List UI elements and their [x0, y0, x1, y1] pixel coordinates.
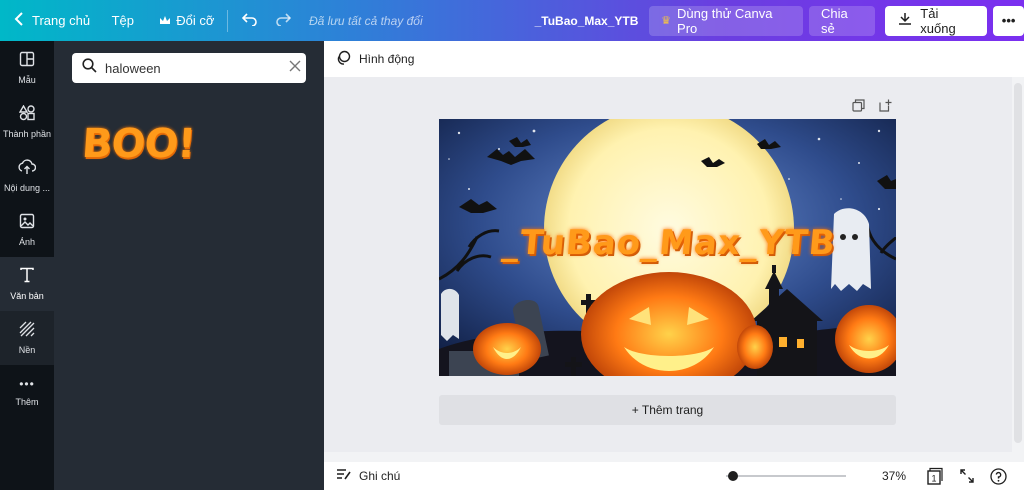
notes-button[interactable]: Ghi chú — [324, 468, 704, 484]
chevron-left-icon — [14, 12, 24, 29]
search-input[interactable] — [105, 60, 281, 76]
crown-icon: ♛ — [661, 15, 672, 27]
help-icon[interactable] — [990, 467, 1007, 485]
side-panel: BOO! — [54, 41, 324, 490]
vertical-scrollbar[interactable] — [1012, 77, 1024, 462]
rail-label: Ảnh — [18, 237, 35, 247]
rail-label: Thêm — [15, 397, 39, 407]
zoom-value[interactable]: 37% — [882, 469, 910, 483]
more-icon: ••• — [19, 377, 35, 391]
rail-label: Mẫu — [18, 75, 36, 85]
animate-button[interactable]: Hình động — [359, 52, 414, 66]
clear-search-icon[interactable] — [289, 59, 301, 77]
top-bar: Trang chủ Tệp Đổi cỡ Đã lưu tất cả thay … — [0, 0, 1024, 41]
animate-icon — [336, 50, 351, 68]
download-button[interactable]: Tải xuống — [885, 5, 988, 36]
redo-button[interactable] — [266, 0, 299, 41]
home-label: Trang chủ — [32, 13, 91, 28]
canvas-area: _TuBao_Max_YTB + Thêm trang ^ — [324, 77, 1024, 464]
context-toolbar: Hình động — [324, 41, 1024, 77]
text-icon — [19, 267, 35, 285]
rail-item-photos[interactable]: Ảnh — [0, 203, 54, 257]
file-menu-button[interactable]: Tệp — [97, 0, 146, 41]
rail-item-more[interactable]: ••• Thêm — [0, 365, 54, 419]
resize-button[interactable]: Đổi cỡ — [145, 0, 220, 41]
download-label: Tải xuống — [920, 5, 956, 36]
rail-label: Nền — [18, 345, 36, 355]
download-icon — [898, 12, 912, 29]
upload-icon — [18, 159, 37, 177]
undo-icon — [241, 12, 258, 29]
image-icon — [19, 213, 35, 231]
scrollbar-thumb[interactable] — [1014, 83, 1022, 443]
ellipsis-icon: ••• — [1001, 13, 1016, 28]
share-label: Chia sẻ — [820, 5, 848, 36]
notes-label: Ghi chú — [359, 469, 401, 483]
rail-label: Văn bản — [10, 291, 44, 301]
rail-item-elements[interactable]: Thành phần — [0, 95, 54, 149]
left-rail: Mẫu Thành phần Nội dung ... Ảnh Văn bản … — [0, 41, 54, 490]
duplicate-page-icon[interactable] — [852, 99, 865, 117]
saved-status: Đã lưu tất cả thay đổi — [308, 13, 423, 28]
zoom-slider-knob[interactable] — [728, 471, 739, 481]
file-label: Tệp — [111, 13, 134, 28]
more-options-button[interactable]: ••• — [993, 5, 1024, 36]
horizontal-scrollbar[interactable] — [324, 452, 1012, 462]
rail-item-background[interactable]: Nền — [0, 311, 54, 365]
design-page[interactable]: _TuBao_Max_YTB — [439, 119, 896, 376]
page-count-button[interactable]: 1 — [926, 467, 944, 485]
design-headline[interactable]: _TuBao_Max_YTB — [467, 223, 870, 263]
home-button[interactable]: Trang chủ — [0, 0, 97, 41]
add-page-icon[interactable] — [879, 99, 892, 117]
undo-button[interactable] — [234, 0, 267, 41]
try-pro-label: Dùng thử Canva Pro — [677, 5, 773, 36]
redo-icon — [275, 12, 291, 29]
rail-item-templates[interactable]: Mẫu — [0, 41, 54, 95]
search-box — [72, 53, 306, 83]
background-icon — [19, 321, 35, 339]
rail-item-uploads[interactable]: Nội dung ... — [0, 149, 54, 203]
toolbar-divider — [226, 9, 228, 32]
share-button[interactable]: Chia sẻ — [808, 5, 876, 36]
zoom-slider[interactable] — [726, 471, 846, 481]
resize-label: Đổi cỡ — [176, 13, 215, 28]
design-title[interactable]: _TuBao_Max_YTB — [530, 0, 643, 41]
page-count: 1 — [931, 474, 936, 484]
add-page-button[interactable]: + Thêm trang — [439, 395, 896, 425]
rail-label: Nội dung ... — [3, 183, 51, 193]
layout-icon — [19, 51, 35, 69]
crown-icon — [159, 13, 171, 28]
rail-item-text[interactable]: Văn bản — [0, 257, 54, 311]
text-result-boo[interactable]: BOO! — [80, 121, 196, 167]
bottom-bar: Ghi chú 37% 1 — [324, 462, 1024, 490]
page-tools — [852, 99, 892, 117]
notes-icon — [336, 468, 351, 484]
fullscreen-icon[interactable] — [960, 469, 974, 483]
search-icon — [82, 58, 97, 78]
try-canva-pro-button[interactable]: ♛ Dùng thử Canva Pro — [649, 5, 803, 36]
rail-label: Thành phần — [2, 129, 52, 139]
shapes-icon — [18, 104, 35, 123]
